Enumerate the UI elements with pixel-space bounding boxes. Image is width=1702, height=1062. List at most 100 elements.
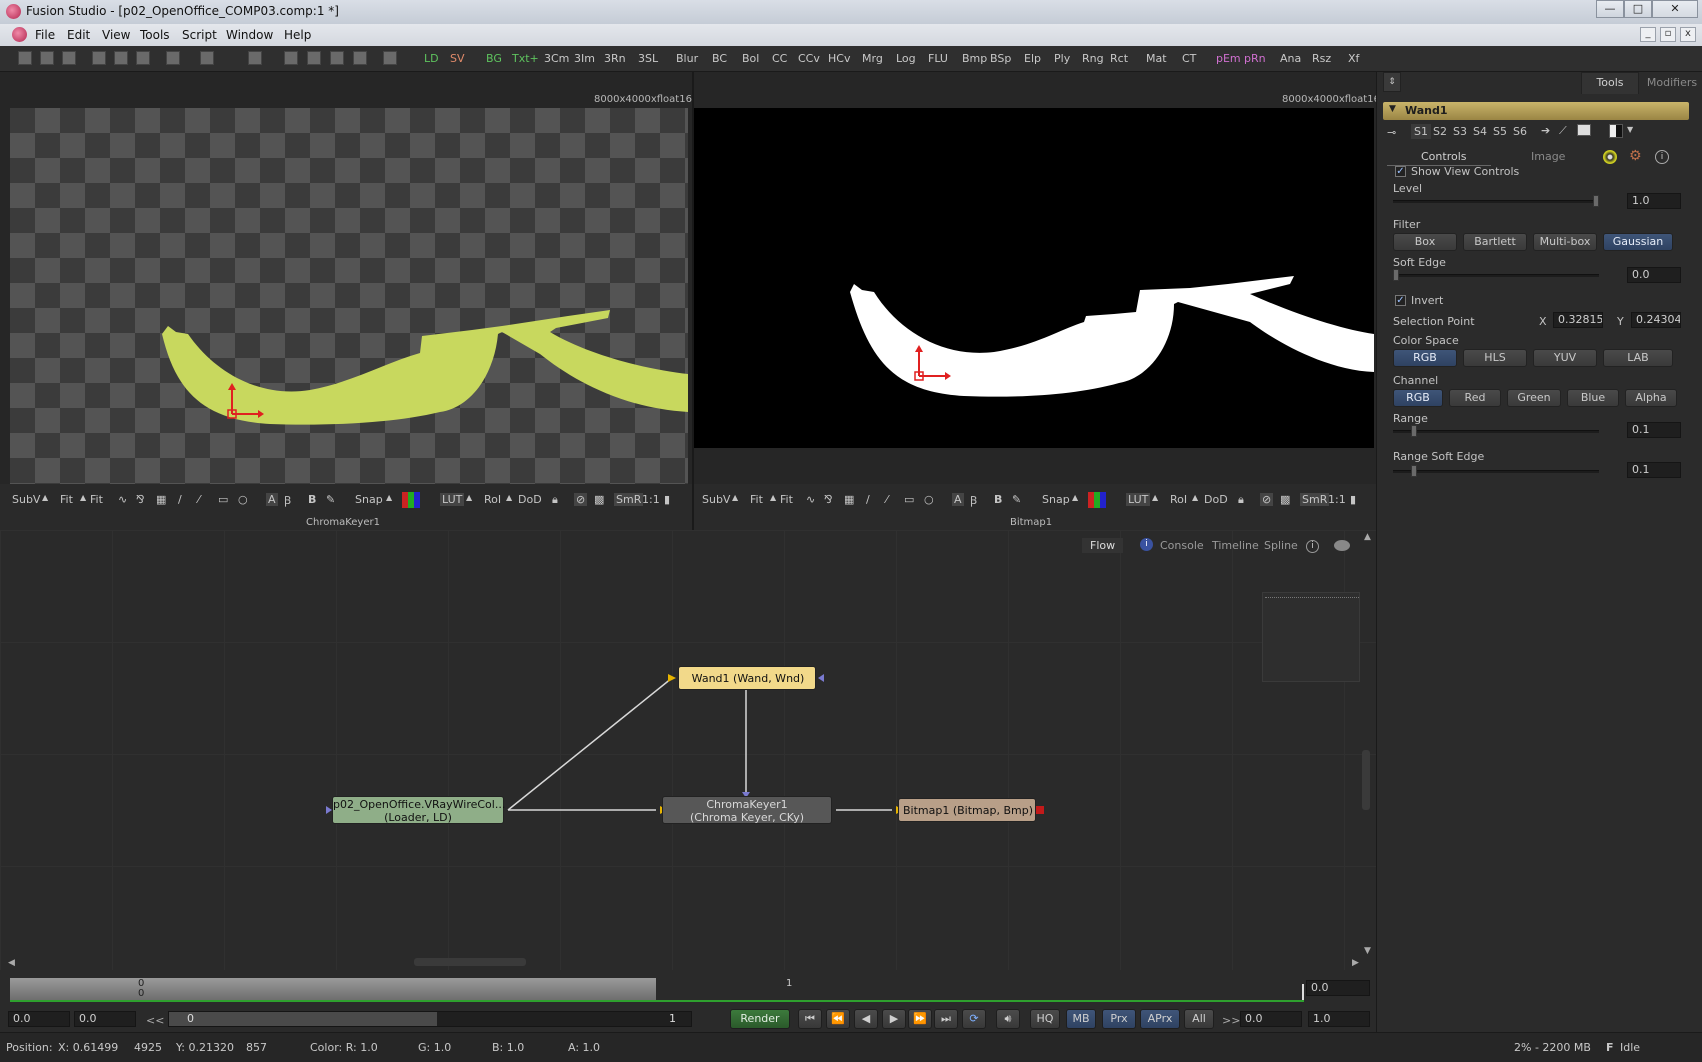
subtab-image[interactable]: Image xyxy=(1531,150,1565,163)
settings-gear-icon[interactable]: ⚙ xyxy=(1629,148,1642,164)
left-one-to-one[interactable]: 1:1 xyxy=(642,493,660,506)
range-slider-knob[interactable] xyxy=(1410,425,1417,437)
checker-icon[interactable]: ▩ xyxy=(594,493,604,506)
toolbar-mat-button[interactable]: Mat xyxy=(1146,52,1167,65)
level-slider-knob[interactable] xyxy=(1593,195,1599,207)
right-checker-icon[interactable]: ▩ xyxy=(1280,493,1290,506)
slot-s4[interactable]: S4 xyxy=(1473,125,1487,138)
rewind-button[interactable]: << xyxy=(146,1014,164,1027)
soft-edge-slider-knob[interactable] xyxy=(1393,269,1399,281)
color-space-rgb[interactable]: RGB xyxy=(1393,349,1457,367)
level-slider[interactable] xyxy=(1393,195,1599,207)
selection-y-value[interactable]: 0.243044 xyxy=(1631,312,1681,328)
toolbar-sv-button[interactable]: SV xyxy=(450,52,465,65)
layout-4-icon[interactable] xyxy=(353,51,367,65)
toolbar-3sl-button[interactable]: 3SL xyxy=(638,52,658,65)
panel-collapse-icon[interactable]: ⇕ xyxy=(1383,72,1401,92)
toolbar-blur-button[interactable]: Blur xyxy=(676,52,698,65)
info-icon[interactable]: i xyxy=(1655,150,1669,164)
render-button[interactable]: Render xyxy=(730,1009,790,1029)
tab-modifiers[interactable]: Modifiers xyxy=(1643,74,1701,94)
global-end-field[interactable]: 1.0 xyxy=(1308,1011,1370,1027)
right-ellipse-tool-icon[interactable]: ○ xyxy=(924,493,934,506)
toolbar-ccv-button[interactable]: CCv xyxy=(798,52,820,65)
soft-edge-value[interactable]: 0.0 xyxy=(1627,267,1681,283)
layout-2-icon[interactable] xyxy=(307,51,321,65)
right-channel-rgb-icon[interactable] xyxy=(1088,492,1106,508)
left-snap[interactable]: Snap xyxy=(355,493,383,506)
menu-file[interactable]: File xyxy=(35,28,55,42)
toolbar-rsz-button[interactable]: Rsz xyxy=(1312,52,1331,65)
cut-icon[interactable] xyxy=(92,51,106,65)
open-icon[interactable] xyxy=(40,51,54,65)
toolbar-3rn-button[interactable]: 3Rn xyxy=(604,52,626,65)
range-soft-edge-value[interactable]: 0.1 xyxy=(1627,462,1681,478)
paste-icon[interactable] xyxy=(136,51,150,65)
toolbar-cc-button[interactable]: CC xyxy=(772,52,787,65)
channel-rgb[interactable]: RGB xyxy=(1393,389,1443,407)
time-ruler[interactable]: 0 0 1 0.0 xyxy=(0,970,1376,1006)
undo-icon[interactable] xyxy=(166,51,180,65)
node-loader[interactable]: p02_OpenOffice.VRayWireCol... (Loader, L… xyxy=(332,796,505,824)
right-normal-icon[interactable]: ⊘ xyxy=(1260,493,1274,506)
minimize-button[interactable]: — xyxy=(1596,0,1624,18)
channel-red[interactable]: Red xyxy=(1449,389,1501,407)
slot-s1[interactable]: S1 xyxy=(1411,124,1431,139)
range-soft-edge-slider-knob[interactable] xyxy=(1410,465,1417,477)
right-fit-2[interactable]: Fit xyxy=(780,493,793,506)
toolbar-ld-button[interactable]: LD xyxy=(424,52,439,65)
render-start-field[interactable]: 0.0 xyxy=(74,1011,136,1027)
level-value[interactable]: 1.0 xyxy=(1627,193,1681,209)
save-icon[interactable] xyxy=(62,51,76,65)
flow-view[interactable]: Flow i Console Timeline Spline i ▲ ◀ ▶ ▼ xyxy=(0,530,1376,970)
left-histogram-icon[interactable]: ▮ xyxy=(664,493,670,506)
subtab-controls[interactable]: Controls xyxy=(1387,148,1491,166)
right-subv[interactable]: SubV xyxy=(702,493,730,506)
filter-gaussian[interactable]: Gaussian xyxy=(1603,233,1673,251)
node-chromakeyer1[interactable]: ChromaKeyer1 (Chroma Keyer, CKy) xyxy=(662,796,832,824)
go-end-icon[interactable]: ⏭ xyxy=(934,1009,958,1029)
menu-script[interactable]: Script xyxy=(182,28,217,42)
right-text-strike-icon[interactable]: Ꞵ xyxy=(970,493,977,508)
time-ruler-range[interactable]: 0 0 xyxy=(10,978,656,1000)
toolbar-ana-button[interactable]: Ana xyxy=(1280,52,1301,65)
slot-s2[interactable]: S2 xyxy=(1433,125,1447,138)
right-gradient-tool-icon[interactable]: ▦ xyxy=(844,493,854,506)
lock-icon[interactable]: 🔒︎ xyxy=(552,493,558,507)
toolbar-3im-button[interactable]: 3Im xyxy=(574,52,595,65)
play-icon[interactable]: ▶ xyxy=(882,1009,906,1029)
bins-icon[interactable] xyxy=(383,51,397,65)
fusion-menu-icon[interactable] xyxy=(12,27,27,42)
toolbar-flu-button[interactable]: FLU xyxy=(928,52,948,65)
menu-help[interactable]: Help xyxy=(284,28,311,42)
spline-tool-icon[interactable]: ∿ xyxy=(118,493,127,506)
common-controls-icon[interactable] xyxy=(1603,150,1617,164)
left-dod[interactable]: DoD xyxy=(518,493,542,506)
selection-point-widget-left[interactable] xyxy=(224,382,264,422)
copy-icon[interactable] xyxy=(114,51,128,65)
toolbar-hcv-button[interactable]: HCv xyxy=(828,52,850,65)
toolbar-3cm-button[interactable]: 3Cm xyxy=(544,52,569,65)
right-one-to-one[interactable]: 1:1 xyxy=(1328,493,1346,506)
pin-icon[interactable]: ⊸ xyxy=(1387,126,1396,139)
right-spline-tool-icon[interactable]: ∿ xyxy=(806,493,815,506)
filter-box[interactable]: Box xyxy=(1393,233,1457,251)
selection-point-widget-right[interactable] xyxy=(911,344,951,384)
right-histogram-icon[interactable]: ▮ xyxy=(1350,493,1356,506)
go-start-icon[interactable]: ⏮ xyxy=(798,1009,822,1029)
color-space-yuv[interactable]: YUV xyxy=(1533,349,1597,367)
render-end-field[interactable]: 0.0 xyxy=(1240,1011,1302,1027)
step-back-icon[interactable]: ⏪ xyxy=(826,1009,850,1029)
right-lock-icon[interactable]: 🔒︎ xyxy=(1238,493,1244,507)
left-fit-1[interactable]: Fit xyxy=(60,493,73,506)
node-bitmap1[interactable]: Bitmap1 (Bitmap, Bmp) xyxy=(898,798,1036,822)
right-text-a-icon[interactable]: A xyxy=(952,493,964,506)
toolbar-mrg-button[interactable]: Mrg xyxy=(862,52,883,65)
channel-blue[interactable]: Blue xyxy=(1567,389,1619,407)
menu-tools[interactable]: Tools xyxy=(140,28,170,42)
time-slider[interactable]: 0 1 xyxy=(168,1011,692,1027)
forward-button[interactable]: >> xyxy=(1222,1014,1240,1027)
toolbar-rct-button[interactable]: Rct xyxy=(1110,52,1128,65)
step-forward-icon[interactable]: ⏩ xyxy=(908,1009,932,1029)
menu-edit[interactable]: Edit xyxy=(67,28,90,42)
